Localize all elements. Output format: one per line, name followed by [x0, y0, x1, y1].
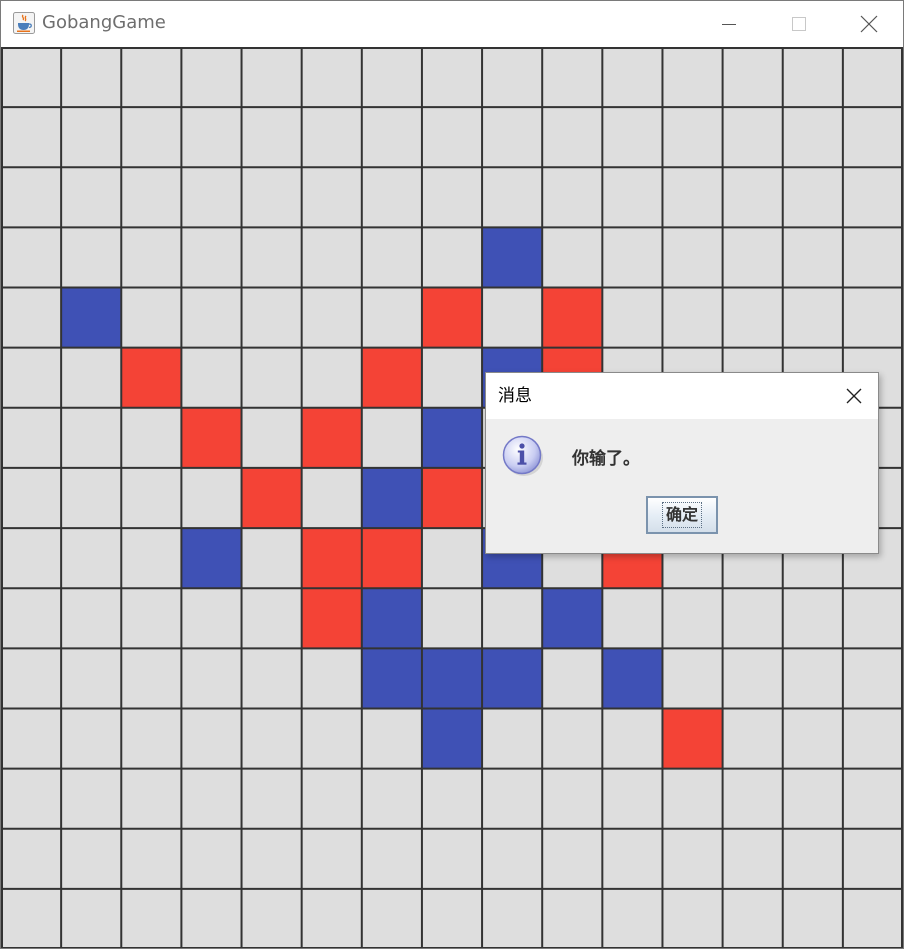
blue-stone[interactable] [421, 648, 483, 709]
blue-stone[interactable] [61, 287, 122, 348]
red-stone[interactable] [181, 407, 242, 468]
blue-stone[interactable] [542, 588, 603, 649]
close-icon [846, 388, 862, 404]
blue-stone[interactable] [421, 708, 483, 769]
red-stone[interactable] [662, 708, 723, 769]
blue-stone[interactable] [421, 407, 483, 468]
red-stone[interactable] [542, 287, 603, 348]
red-stone[interactable] [301, 528, 362, 589]
red-stone[interactable] [361, 347, 422, 408]
window-title: GobangGame [42, 12, 166, 33]
message-dialog: 消息 你输了。 确定 [485, 372, 879, 554]
red-stone[interactable] [301, 407, 362, 468]
close-button[interactable] [834, 1, 903, 47]
ok-button[interactable]: 确定 [646, 496, 718, 534]
title-bar[interactable]: GobangGame [1, 1, 903, 47]
red-stone[interactable] [241, 467, 302, 529]
blue-stone[interactable] [602, 648, 663, 709]
dialog-title: 消息 [498, 386, 532, 406]
close-icon [860, 15, 878, 33]
blue-stone[interactable] [361, 648, 422, 709]
information-icon [501, 433, 545, 477]
dialog-close-button[interactable] [830, 373, 878, 419]
dialog-title-bar[interactable]: 消息 [486, 373, 878, 419]
red-stone[interactable] [421, 467, 483, 529]
blue-stone[interactable] [361, 467, 422, 529]
blue-stone[interactable] [482, 227, 543, 288]
maximize-button[interactable] [764, 1, 834, 47]
blue-stone[interactable] [482, 648, 543, 709]
red-stone[interactable] [421, 287, 483, 348]
red-stone[interactable] [121, 347, 182, 408]
dialog-message: 你输了。 [572, 449, 640, 469]
blue-stone[interactable] [181, 528, 242, 589]
ok-button-label: 确定 [661, 502, 702, 528]
red-stone[interactable] [301, 588, 362, 649]
maximize-icon [792, 17, 806, 31]
minimize-icon [722, 24, 736, 25]
minimize-button[interactable] [694, 1, 764, 47]
java-cup-icon [13, 12, 35, 34]
red-stone[interactable] [361, 528, 422, 589]
blue-stone[interactable] [361, 588, 422, 649]
